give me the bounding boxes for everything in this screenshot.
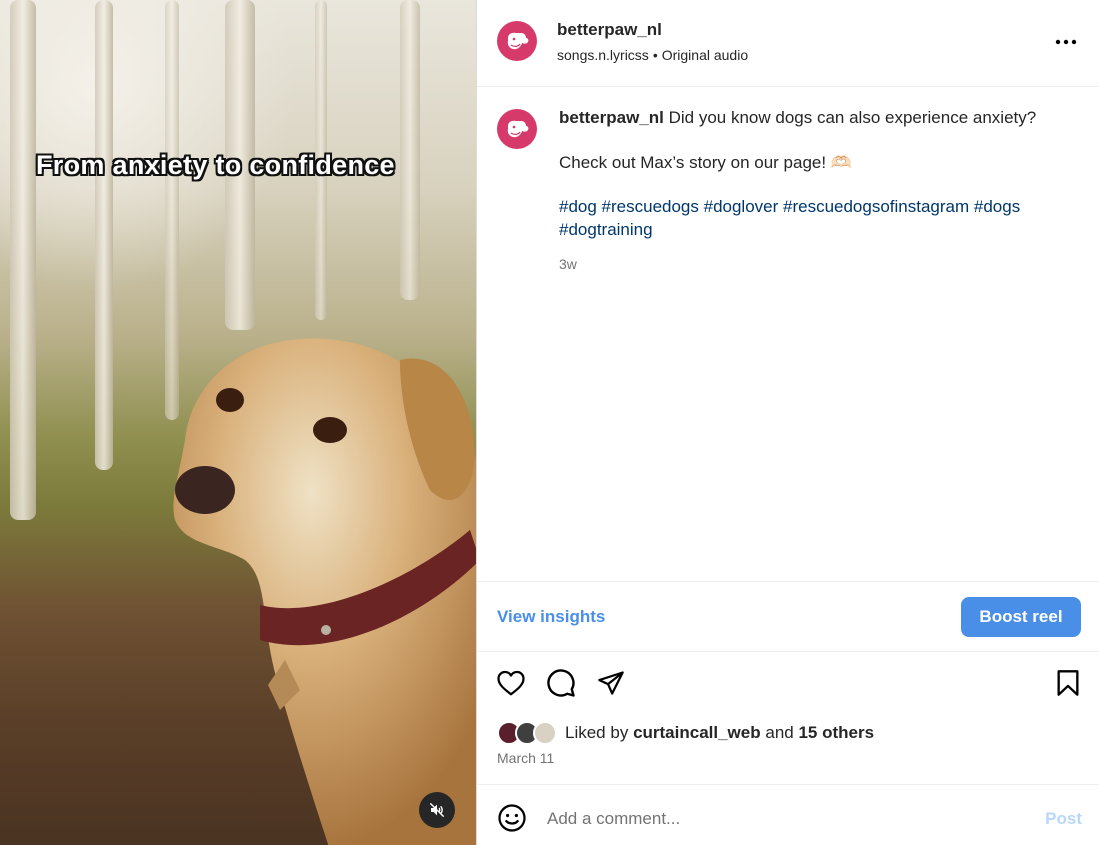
separator-dot: • (652, 47, 658, 63)
caption-text: betterpaw_nl Did you know dogs can also … (559, 107, 1079, 276)
caption-body: Did you know dogs can also experience an… (668, 108, 1037, 127)
likes-text: Liked by curtaincall_web and 15 others (565, 723, 874, 743)
dog-logo-icon (507, 32, 529, 50)
like-button[interactable] (494, 665, 528, 701)
audio-artist[interactable]: songs.n.lyricss (557, 47, 649, 63)
reel-video[interactable]: From anxiety to confidence (0, 0, 476, 845)
liker-avatars (497, 720, 561, 746)
more-options-button[interactable] (1054, 30, 1078, 54)
dog-image (173, 338, 476, 845)
mute-button[interactable] (419, 792, 455, 828)
save-button[interactable] (1051, 665, 1085, 701)
insights-bar: View insights Boost reel (477, 581, 1099, 652)
comment-bubble-icon (547, 669, 575, 697)
caption-username[interactable]: betterpaw_nl (559, 108, 664, 127)
caption-hashtags[interactable]: #dog #rescuedogs #doglover #rescuedogsof… (559, 196, 1079, 241)
audio-info: songs.n.lyricss • Original audio (557, 47, 748, 63)
action-bar (477, 665, 1099, 705)
author-avatar[interactable] (497, 21, 537, 61)
share-button[interactable] (594, 665, 628, 701)
post-date: March 11 (497, 750, 555, 766)
dog-logo-icon (507, 120, 529, 138)
liker-username[interactable]: curtaincall_web (633, 723, 761, 742)
post-time-ago[interactable]: 3w (559, 253, 1079, 276)
speaker-muted-icon (429, 802, 445, 818)
comment-button[interactable] (544, 665, 578, 701)
likes-joiner: and (765, 723, 794, 742)
heart-icon (497, 670, 525, 696)
post-header: betterpaw_nl songs.n.lyricss • Original au… (477, 0, 1099, 87)
tree-trunk (400, 0, 420, 300)
likes-others-link[interactable]: 15 others (798, 723, 874, 742)
paper-plane-icon (598, 671, 624, 695)
smiley-face-icon[interactable] (497, 803, 527, 833)
view-insights-link[interactable]: View insights (497, 607, 605, 627)
reel-post-view: From anxiety to confidence betterpaw_nl … (0, 0, 1099, 845)
likes-summary[interactable]: Liked by curtaincall_web and 15 others (497, 719, 874, 747)
more-horizontal-icon (1055, 39, 1077, 45)
boost-reel-button[interactable]: Boost reel (961, 597, 1081, 637)
video-caption-overlay: From anxiety to confidence (36, 150, 395, 180)
caption-line: Check out Max’s story on our page! 🫶🏻 (559, 152, 852, 172)
author-username[interactable]: betterpaw_nl (557, 20, 662, 40)
liker-avatar (533, 721, 557, 745)
comment-bar: Post (477, 784, 1099, 845)
bookmark-icon (1057, 670, 1079, 696)
tree-trunk (95, 0, 113, 470)
post-details-panel: betterpaw_nl songs.n.lyricss • Original au… (476, 0, 1099, 845)
post-comment-button[interactable]: Post (1045, 809, 1082, 829)
comment-input[interactable] (547, 805, 1017, 833)
tree-trunk (10, 0, 36, 520)
audio-label[interactable]: Original audio (662, 47, 748, 63)
caption-author-avatar[interactable] (497, 109, 537, 149)
likes-prefix: Liked by (565, 723, 629, 742)
